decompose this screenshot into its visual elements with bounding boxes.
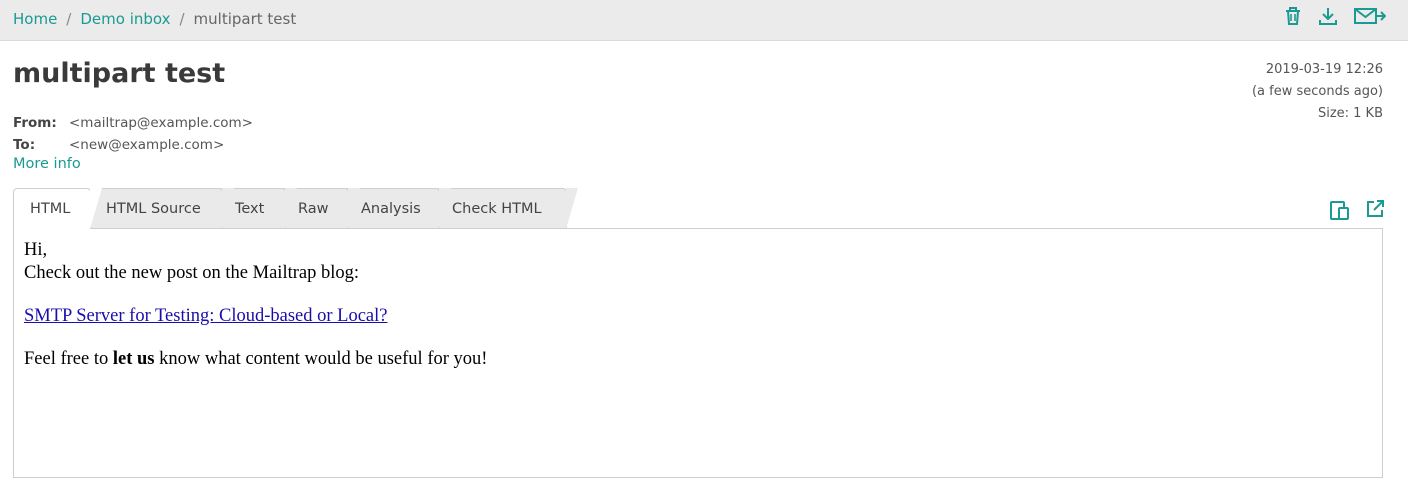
breadcrumb-current: multipart test xyxy=(193,10,297,28)
breadcrumb: Home / Demo inbox / multipart test xyxy=(13,10,296,28)
body-text: know what content would be useful for yo… xyxy=(154,349,488,369)
body-bold-text: let us xyxy=(112,349,155,369)
message-date: 2019-03-19 12:26 xyxy=(1265,62,1383,77)
body-text: Feel free to xyxy=(24,349,113,369)
mobile-view-icon[interactable] xyxy=(1330,200,1350,224)
trash-icon[interactable] xyxy=(1284,6,1302,28)
message-preview: Hi, Check out the new post on the Mailtr… xyxy=(13,228,1383,478)
body-line: Check out the new post on the Mailtrap b… xyxy=(24,263,359,283)
download-icon[interactable] xyxy=(1318,6,1338,28)
greeting: Hi, xyxy=(24,240,48,260)
open-external-icon[interactable] xyxy=(1366,200,1384,224)
tab-check-html[interactable]: Check HTML xyxy=(435,188,578,229)
message-actions xyxy=(1284,6,1387,28)
to-row: To: <new@example.com> xyxy=(13,134,253,156)
more-info-link[interactable]: More info xyxy=(13,156,81,172)
message-size: Size: 1 KB xyxy=(1317,106,1383,121)
message-meta: 2019-03-19 12:26 (a few seconds ago) Siz… xyxy=(1252,59,1383,125)
view-actions xyxy=(1330,200,1384,224)
breadcrumb-home[interactable]: Home xyxy=(13,10,57,28)
to-value: <new@example.com> xyxy=(69,137,225,153)
breadcrumb-separator: / xyxy=(66,10,72,28)
from-value: <mailtrap@example.com> xyxy=(69,115,253,131)
from-row: From: <mailtrap@example.com> xyxy=(13,112,253,134)
blog-post-link[interactable]: SMTP Server for Testing: Cloud-based or … xyxy=(24,306,388,326)
forward-icon[interactable] xyxy=(1354,6,1387,28)
message-subject: multipart test xyxy=(13,58,226,89)
message-headers: From: <mailtrap@example.com> To: <new@exam… xyxy=(13,112,253,156)
tab-html[interactable]: HTML xyxy=(13,188,102,229)
to-label: To: xyxy=(13,137,36,153)
body-paragraph: Feel free to let us know what content wo… xyxy=(24,348,487,371)
from-label: From: xyxy=(13,115,57,131)
top-bar: Home / Demo inbox / multipart test xyxy=(0,0,1408,41)
breadcrumb-separator: / xyxy=(179,10,185,28)
tab-html-source[interactable]: HTML Source xyxy=(89,188,234,229)
message-relative-time: (a few seconds ago) xyxy=(1251,84,1383,99)
email-body: Hi, Check out the new post on the Mailtr… xyxy=(24,239,487,371)
breadcrumb-inbox[interactable]: Demo inbox xyxy=(80,10,170,28)
